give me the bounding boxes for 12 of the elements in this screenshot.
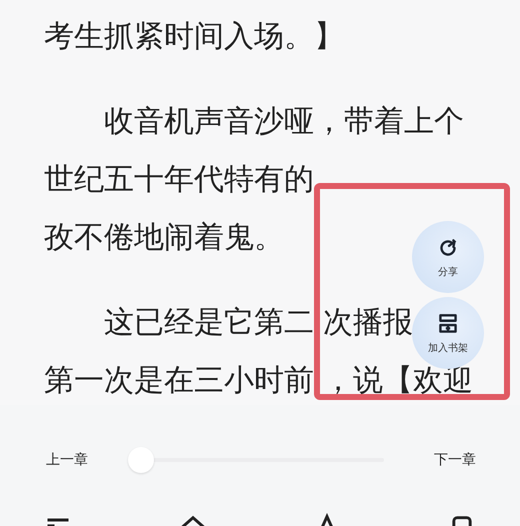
floating-action-button[interactable]: 分享: [412, 221, 484, 293]
text-line: 次播报: [323, 304, 413, 342]
text-line: 考生抓紧时间入场。】: [44, 18, 344, 56]
text-line: 孜不倦地闹着鬼。: [44, 219, 284, 257]
previous-chapter-link[interactable]: 上一章: [46, 451, 88, 469]
roof-icon[interactable]: [178, 513, 207, 526]
text-line: 收音机声音沙哑，带着上个: [103, 103, 464, 141]
text-line: 第一次是在三小时前: [44, 362, 314, 400]
next-chapter-link[interactable]: 下一章: [434, 451, 476, 469]
progress-slider[interactable]: [128, 447, 384, 473]
text-line: 这已经是它第二: [103, 304, 314, 342]
text-line: 世纪五十年代特有的: [44, 161, 314, 199]
